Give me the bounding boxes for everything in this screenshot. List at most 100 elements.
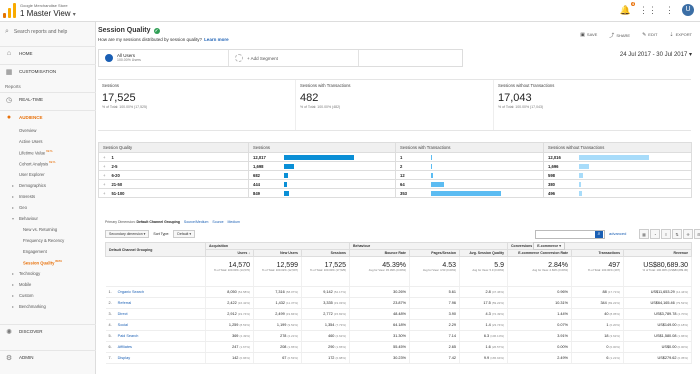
sidebar-item-behaviour[interactable]: Behaviour bbox=[12, 216, 38, 221]
table-cell: 2.29 bbox=[409, 319, 460, 331]
date-range-picker[interactable]: 24 Jul 2017 - 30 Jul 2017 ▾ bbox=[620, 51, 692, 58]
add-segment-button[interactable]: + Add Segment bbox=[229, 50, 359, 66]
channel-link[interactable]: Social bbox=[118, 323, 128, 327]
column-header[interactable]: Revenue bbox=[623, 249, 693, 257]
learn-more-link[interactable]: Learn more bbox=[204, 37, 229, 42]
sq-header-sessions[interactable]: Sessions bbox=[248, 142, 396, 153]
secondary-dimension-dropdown[interactable]: Secondary dimension ▾ bbox=[105, 230, 150, 238]
segment-all-users[interactable]: All Users 100.00% Users bbox=[99, 50, 229, 66]
sidebar-item-benchmarking[interactable]: Benchmarking bbox=[12, 304, 46, 309]
sq-value: 682 bbox=[253, 172, 260, 178]
dimension-option-source[interactable]: Source bbox=[212, 220, 223, 224]
pivot-view-icon[interactable]: ⊞ bbox=[694, 229, 700, 239]
sidebar-item-frequency-recency[interactable]: Frequency & Recency bbox=[23, 238, 64, 243]
column-header-label: Avg. Session Quality bbox=[469, 251, 505, 255]
page-title: Session Quality ✓ bbox=[98, 27, 160, 34]
plus-icon[interactable]: + bbox=[103, 164, 105, 169]
table-row: 1. Organic Search 8,050 (54.58%) 7,316 (58.… bbox=[105, 286, 693, 298]
table-cell: 3,335 (19.03%) bbox=[301, 297, 350, 309]
sidebar-item-geo[interactable]: Geo bbox=[12, 205, 27, 210]
table-cell: 40 (8.05%) bbox=[571, 308, 625, 320]
table-row: 5. Paid Search 369 (2.49%) 278 (2.21%) 460 (… bbox=[105, 330, 693, 342]
cell-value: 6.3 bbox=[483, 334, 490, 338]
column-header[interactable]: Avg. Session Quality bbox=[458, 249, 509, 257]
channel-link[interactable]: Paid Search bbox=[118, 334, 139, 338]
table-cell: 1.6 (26.57%) bbox=[459, 341, 509, 353]
channel-link[interactable]: Direct bbox=[118, 312, 128, 316]
gear-icon: ⚙ bbox=[5, 354, 13, 362]
sidebar-item-session-quality[interactable]: Session Quality bbox=[23, 260, 62, 265]
cell-value: 10.31% bbox=[555, 301, 569, 305]
percentage-view-icon[interactable]: ◔ bbox=[650, 229, 660, 239]
term-cloud-icon[interactable]: ⁜ bbox=[683, 229, 693, 239]
conversions-dropdown[interactable]: E-commerce ▾ bbox=[533, 242, 565, 250]
sort-type-dropdown[interactable]: Default ▾ bbox=[173, 230, 196, 238]
row-number: 2. bbox=[108, 301, 112, 305]
sidebar-item-interests[interactable]: Interests bbox=[12, 194, 35, 199]
dimension-selected[interactable]: Default Channel Grouping bbox=[137, 220, 180, 224]
channel-link[interactable]: Organic Search bbox=[118, 290, 144, 294]
more-icon[interactable]: ⋮ bbox=[665, 5, 674, 16]
sidebar-item-engagement[interactable]: Engagement bbox=[23, 249, 47, 254]
sidebar-item-lifetime-value[interactable]: Lifetime Value bbox=[19, 150, 53, 155]
advanced-link[interactable]: advanced bbox=[609, 231, 626, 236]
nav-customisation[interactable]: ▦ CUSTOMISATION bbox=[0, 64, 96, 78]
sq-header-with-transactions[interactable]: Sessions with Transactions bbox=[395, 142, 544, 153]
sq-value: 353 bbox=[400, 190, 407, 196]
cell-value: 369 bbox=[232, 334, 239, 338]
share-button[interactable]: ⤴ SHARE bbox=[609, 32, 630, 39]
cell-value: 7.96 bbox=[448, 301, 456, 305]
sidebar-item-mobile[interactable]: Mobile bbox=[12, 282, 32, 287]
analytics-logo[interactable] bbox=[3, 3, 16, 18]
cell-value: US$0.00 bbox=[661, 345, 677, 349]
notifications-icon[interactable]: 🔔 4 bbox=[620, 1, 635, 16]
column-header[interactable]: Sessions bbox=[301, 249, 350, 257]
export-button[interactable]: ⇣ EXPORT bbox=[669, 32, 692, 39]
search-input[interactable]: Search reports and help bbox=[14, 29, 67, 35]
sq-header-without-transactions[interactable]: Sessions without Transactions bbox=[543, 142, 692, 153]
sidebar-item-overview[interactable]: Overview bbox=[19, 128, 36, 133]
dimension-header[interactable]: Default Channel Grouping bbox=[105, 242, 206, 257]
view-selector[interactable]: 1 Master View ▾ bbox=[20, 9, 76, 18]
top-bar: Google Merchandise Store 1 Master View ▾… bbox=[0, 0, 700, 22]
edit-button[interactable]: ✎ EDIT bbox=[642, 32, 657, 39]
sidebar-item-new-vs-returning[interactable]: New vs. Returning bbox=[23, 227, 57, 232]
column-header[interactable]: Transactions bbox=[571, 249, 625, 257]
column-header[interactable]: Bounce Rate bbox=[349, 249, 410, 257]
table-search-input[interactable]: ⌕ bbox=[535, 230, 605, 239]
nav-audience[interactable]: ● AUDIENCE bbox=[0, 110, 96, 124]
plus-icon[interactable]: + bbox=[103, 191, 105, 196]
apps-icon[interactable]: ⋮⋮ bbox=[639, 5, 657, 16]
column-header[interactable]: Pages/Session bbox=[409, 249, 460, 257]
sidebar-item-user-explorer[interactable]: User Explorer bbox=[19, 172, 45, 177]
sort-type-label: Sort Type: bbox=[153, 232, 170, 236]
dimension-option-source-medium[interactable]: Source/Medium bbox=[184, 220, 209, 224]
sidebar-item-custom[interactable]: Custom bbox=[12, 293, 34, 298]
nav-realtime[interactable]: ◷ REAL-TIME bbox=[0, 92, 96, 106]
sidebar-search[interactable]: ⌕ Search reports and help bbox=[5, 28, 67, 36]
sidebar-item-cohort-analysis[interactable]: Cohort Analysis bbox=[19, 161, 55, 166]
channel-link[interactable]: Display bbox=[118, 356, 130, 360]
nav-admin[interactable]: ⚙ ADMIN bbox=[0, 350, 96, 364]
avatar[interactable]: U bbox=[682, 4, 694, 16]
save-button[interactable]: ▣ SAVE bbox=[580, 32, 597, 39]
plus-icon[interactable]: + bbox=[103, 155, 105, 160]
plus-icon[interactable]: + bbox=[103, 182, 105, 187]
column-header[interactable]: E-commerce Conversion Rate bbox=[507, 249, 573, 257]
sidebar-item-technology[interactable]: Technology bbox=[12, 271, 40, 276]
channel-link[interactable]: Affiliates bbox=[118, 345, 132, 349]
channel-link[interactable]: Referral bbox=[118, 301, 132, 305]
data-view-icon[interactable]: ▦ bbox=[639, 229, 649, 239]
nav-home[interactable]: ⌂ HOME bbox=[0, 46, 96, 60]
nav-discover[interactable]: ✺ DISCOVER bbox=[0, 324, 96, 338]
sq-header-quality[interactable]: Session Quality bbox=[98, 142, 249, 153]
sq-cell-content: 682 bbox=[253, 172, 391, 178]
sidebar-item-active-users[interactable]: Active Users bbox=[19, 139, 43, 144]
dimension-option-medium[interactable]: Medium bbox=[228, 220, 240, 224]
column-header[interactable]: New Users bbox=[253, 249, 302, 257]
plus-icon[interactable]: + bbox=[103, 173, 105, 178]
sidebar-item-demographics[interactable]: Demographics bbox=[12, 183, 46, 188]
column-header[interactable]: Users ↓ bbox=[205, 249, 254, 257]
comparison-view-icon[interactable]: ⇅ bbox=[672, 229, 682, 239]
performance-view-icon[interactable]: ≡ bbox=[661, 229, 671, 239]
